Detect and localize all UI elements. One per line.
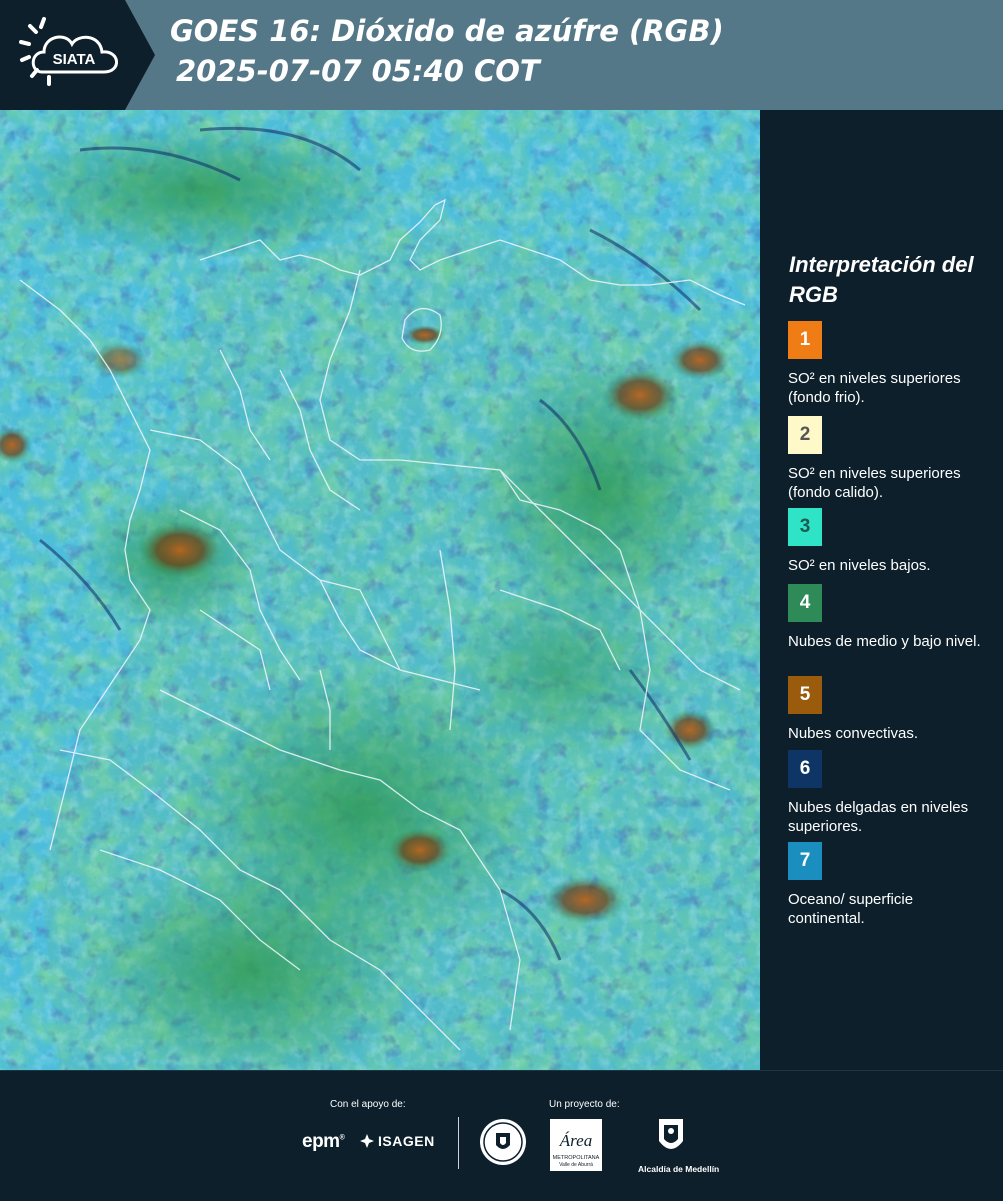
medellin-university-seal[interactable] <box>478 1117 528 1172</box>
legend-swatch-2: 2 <box>788 416 822 454</box>
header-banner: SIATA GOES 16: Dióxido de azúfre (RGB) 2… <box>0 0 1003 110</box>
legend-swatch-7: 7 <box>788 842 822 880</box>
siata-logo[interactable]: SIATA <box>0 0 155 110</box>
isagen-mark-icon <box>360 1134 374 1148</box>
isagen-logo-text: ISAGEN <box>378 1133 435 1149</box>
project-label: Un proyecto de: <box>549 1099 620 1110</box>
satellite-map[interactable] <box>0 110 760 1070</box>
legend-swatch-6: 6 <box>788 750 822 788</box>
legend-item-2: 2 SO² en niveles superiores (fondo calid… <box>788 416 988 502</box>
timestamp: 2025-07-07 05:40 COT <box>176 54 540 88</box>
area-metropolitana-logo[interactable]: Área METROPOLITANA Valle de Aburrá <box>550 1119 602 1176</box>
alcaldia-text: Alcaldía de Medellín <box>638 1164 720 1174</box>
legend-item-4: 4 Nubes de medio y bajo nivel. <box>788 584 988 651</box>
footer: Con el apoyo de: Un proyecto de: epm® IS… <box>0 1070 1003 1201</box>
epm-logo[interactable]: epm® <box>302 1131 345 1153</box>
logo-text: SIATA <box>53 51 96 68</box>
footer-divider <box>458 1117 459 1169</box>
legend-item-1: 1 SO² en niveles superiores (fondo frio)… <box>788 321 988 407</box>
legend-label-2: SO² en niveles superiores (fondo calido)… <box>788 465 961 501</box>
svg-text:Área: Área <box>559 1131 592 1150</box>
legend-item-7: 7 Oceano/ superficie continental. <box>788 842 988 928</box>
legend-item-3: 3 SO² en niveles bajos. <box>788 508 988 575</box>
legend-label-6: Nubes delgadas en niveles superiores. <box>788 799 969 835</box>
legend-label-4: Nubes de medio y bajo nivel. <box>788 633 981 650</box>
legend-label-5: Nubes convectivas. <box>788 725 919 742</box>
alcaldia-medellin-logo[interactable]: Alcaldía de Medellín <box>638 1117 720 1174</box>
svg-text:METROPOLITANA: METROPOLITANA <box>553 1155 600 1161</box>
legend-swatch-1: 1 <box>788 321 822 359</box>
legend-title: Interpretación del RGB <box>789 252 974 307</box>
page-title: GOES 16: Dióxido de azúfre (RGB) <box>170 14 724 48</box>
isagen-logo[interactable]: ISAGEN <box>360 1133 435 1149</box>
legend-label-7: Oceano/ superficie continental. <box>788 891 914 927</box>
support-label: Con el apoyo de: <box>330 1099 406 1110</box>
legend-swatch-5: 5 <box>788 676 822 714</box>
legend-swatch-3: 3 <box>788 508 822 546</box>
legend-label-3: SO² en niveles bajos. <box>788 557 931 574</box>
legend-label-1: SO² en niveles superiores (fondo frio). <box>788 370 961 406</box>
svg-text:Valle de Aburrá: Valle de Aburrá <box>559 1162 593 1168</box>
legend-panel: Interpretación del RGB 1 SO² en niveles … <box>760 110 1003 1070</box>
legend-item-6: 6 Nubes delgadas en niveles superiores. <box>788 750 988 836</box>
alcaldia-shield-icon <box>659 1119 683 1149</box>
legend-item-5: 5 Nubes convectivas. <box>788 676 988 743</box>
epm-logo-text: epm <box>302 1131 340 1152</box>
legend-swatch-4: 4 <box>788 584 822 622</box>
